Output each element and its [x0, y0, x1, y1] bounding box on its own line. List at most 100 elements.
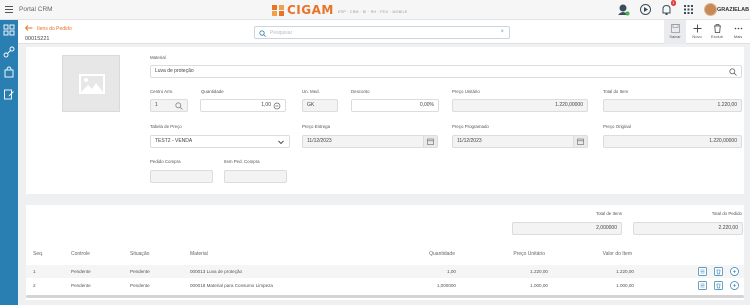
- status-user-icon[interactable]: [617, 3, 630, 16]
- material-label: Material: [150, 55, 166, 60]
- table-row[interactable]: 1 Pendente Pendente 000013 Luva de prote…: [26, 265, 744, 278]
- total-itens-value: 2,000000: [596, 225, 617, 231]
- quantidade-label: Quantidade: [201, 89, 224, 94]
- save-icon: [670, 24, 680, 33]
- logo-text: CIGAM: [287, 3, 334, 17]
- image-icon: [79, 74, 105, 94]
- cell-situacao: Pendente: [130, 283, 150, 288]
- top-bar: Portal CRM CIGAM ERP · CRM · BI · RH · P…: [0, 0, 750, 20]
- network-icon[interactable]: [3, 46, 15, 58]
- search-icon[interactable]: [729, 68, 737, 76]
- document-number: 00015221: [25, 36, 50, 42]
- info-icon[interactable]: [730, 281, 739, 290]
- cell-controle: Pendente: [71, 283, 91, 288]
- cell-seq: 1: [33, 269, 36, 274]
- material-value: Luva de proteção: [155, 68, 194, 74]
- desconto-field[interactable]: 0,00%: [351, 99, 439, 112]
- col-header-controle[interactable]: Controle: [71, 251, 90, 257]
- unmed-field: GK: [302, 99, 338, 112]
- cell-preco-unitario: 1.220,00: [530, 269, 548, 274]
- save-label: Salvar: [669, 34, 681, 39]
- tabela-preco-label: Tabela de Preço: [150, 124, 182, 129]
- new-button[interactable]: Novo: [686, 20, 708, 44]
- preco-entrega-label: Preço Entrega: [302, 124, 331, 129]
- portal-title: Portal CRM: [19, 6, 53, 13]
- play-icon[interactable]: [639, 3, 652, 16]
- product-image-placeholder[interactable]: [62, 55, 120, 112]
- page-header: Itens do Pedido 00015221 × Salvar Novo E…: [18, 20, 750, 44]
- back-arrow-icon[interactable]: [25, 25, 33, 31]
- calendar-icon: [577, 138, 584, 145]
- chevron-down-icon: [278, 140, 284, 145]
- more-icon: [734, 27, 742, 30]
- col-header-material[interactable]: Material: [190, 251, 208, 257]
- material-field[interactable]: Luva de proteção: [150, 65, 742, 78]
- cell-seq: 2: [33, 283, 36, 288]
- notification-button[interactable]: 1: [660, 0, 676, 16]
- horizontal-scrollbar[interactable]: [26, 295, 744, 298]
- breadcrumb[interactable]: Itens do Pedido: [37, 26, 72, 32]
- delete-button[interactable]: Excluir: [706, 20, 728, 44]
- col-header-seq[interactable]: Seq.: [33, 251, 43, 257]
- total-itens-label: Total de Itens: [595, 211, 622, 216]
- quantidade-field[interactable]: 1,00: [200, 99, 286, 112]
- shopping-bag-icon[interactable]: [3, 66, 15, 78]
- avatar[interactable]: [704, 3, 717, 16]
- cell-quantidade: 1,000000: [436, 283, 456, 288]
- search-icon[interactable]: [259, 30, 266, 37]
- centro-field[interactable]: 1: [150, 99, 188, 112]
- preco-original-field: 1.220,00000: [603, 135, 742, 148]
- menu-icon[interactable]: [5, 6, 13, 13]
- left-rail: [0, 20, 18, 305]
- preco-entrega-value: 11/12/2023: [307, 138, 332, 144]
- info-icon[interactable]: [730, 267, 739, 276]
- cell-quantidade: 1,00: [447, 269, 456, 274]
- search-icon[interactable]: [175, 102, 183, 110]
- total-pedido-field: 2.220,00: [633, 222, 743, 235]
- apps-grid-icon[interactable]: [682, 3, 695, 16]
- preco-unitario-value: 1.220,00000: [555, 102, 583, 108]
- search-input[interactable]: [270, 29, 490, 37]
- item-ped-compra-field[interactable]: [224, 170, 287, 183]
- edit-document-icon[interactable]: [3, 88, 15, 100]
- cell-valor-item: 1.220,00: [616, 269, 634, 274]
- col-header-preco-unitario[interactable]: Preço Unitário: [513, 251, 545, 257]
- preco-programado-value: 11/12/2023: [457, 138, 482, 144]
- preco-programado-field[interactable]: 11/12/2023: [452, 135, 588, 148]
- logo-tagline: ERP · CRM · BI · RH · PDV · MOBILE: [337, 9, 408, 14]
- preco-unitario-label: Preço Unitário: [452, 89, 480, 94]
- trash-icon[interactable]: [714, 267, 723, 276]
- menu-tree-icon[interactable]: [3, 24, 15, 36]
- pedido-compra-field[interactable]: [150, 170, 213, 183]
- details-icon[interactable]: [698, 281, 707, 290]
- search-box: ×: [254, 26, 510, 39]
- cell-valor-item: 1.000,00: [616, 283, 634, 288]
- details-icon[interactable]: [698, 267, 707, 276]
- desconto-value: 0,00%: [419, 102, 434, 108]
- quantidade-value: 1,00: [261, 102, 271, 108]
- calendar-icon: [427, 138, 434, 145]
- centro-label: Centro Arm.: [150, 89, 174, 94]
- calendar-button[interactable]: [573, 136, 587, 147]
- cell-preco-unitario: 1.000,00: [530, 283, 548, 288]
- col-header-situacao[interactable]: Situação: [130, 251, 149, 257]
- tabela-preco-select[interactable]: TEST2 - VENDA: [150, 135, 290, 148]
- user-name[interactable]: GRAZIELAB: [717, 7, 749, 13]
- preco-original-label: Preço Original: [603, 124, 631, 129]
- calendar-button[interactable]: [423, 136, 437, 147]
- col-header-quantidade[interactable]: Quantidade: [429, 251, 455, 257]
- close-icon[interactable]: ×: [500, 29, 504, 35]
- table-row[interactable]: 2 Pendente Pendente 000018 Material para…: [26, 279, 744, 292]
- centro-value: 1: [155, 102, 158, 108]
- cell-situacao: Pendente: [130, 269, 150, 274]
- save-button[interactable]: Salvar: [664, 20, 686, 44]
- col-header-valor-item[interactable]: Valor do Item: [603, 251, 632, 257]
- preco-entrega-field[interactable]: 11/12/2023: [302, 135, 438, 148]
- calculator-icon[interactable]: [273, 102, 281, 110]
- total-item-field: 1.220,00: [603, 99, 742, 112]
- trash-icon[interactable]: [714, 281, 723, 290]
- more-button[interactable]: Mais: [727, 20, 749, 44]
- preco-programado-label: Preço Programado: [452, 124, 489, 129]
- notification-badge: 1: [670, 0, 676, 6]
- preco-original-value: 1.220,00000: [709, 138, 737, 144]
